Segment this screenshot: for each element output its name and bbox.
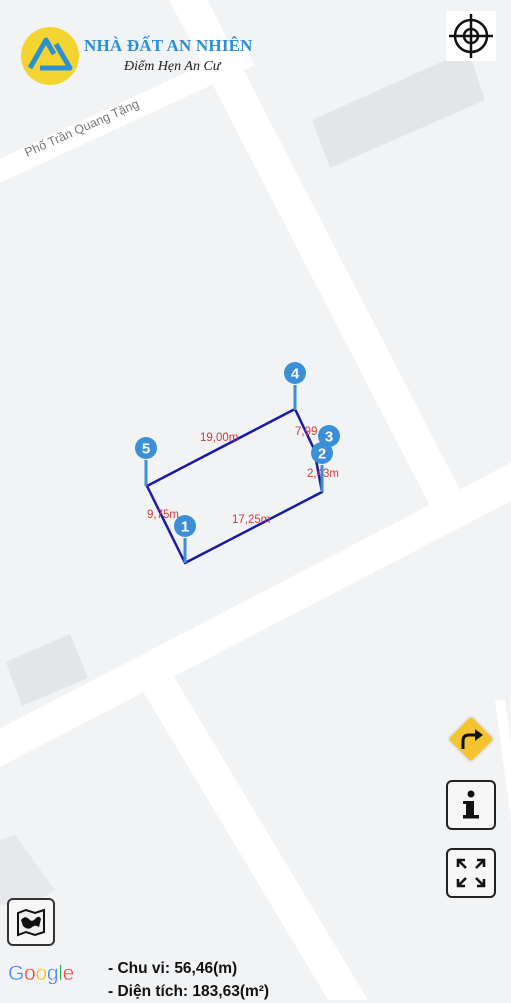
marker-4-label: 4 <box>291 366 300 383</box>
marker-5[interactable]: 5 <box>135 437 157 486</box>
edge-label-5-4: 19,00m <box>200 432 238 444</box>
road <box>141 671 368 1000</box>
google-logo: Google <box>8 962 75 986</box>
marker-4[interactable]: 4 <box>284 362 306 410</box>
marker-5-label: 5 <box>142 441 150 458</box>
street-label: Phố Trần Quang Tặng <box>23 97 142 160</box>
directions-button[interactable] <box>444 712 498 766</box>
building-block <box>0 835 55 905</box>
perimeter-label: - Chu vi: <box>108 960 170 977</box>
perimeter-value: 56,46(m) <box>174 960 238 977</box>
info-icon <box>463 790 479 819</box>
map-canvas[interactable]: Phố Trần Quang Tặng 19,00m 7,99 2,43m 17… <box>0 0 511 1000</box>
edge-label-1-5: 9,75m <box>147 509 179 521</box>
google-logo-letter: o <box>24 962 36 985</box>
area-label: - Diện tích: <box>108 983 189 1000</box>
edge-label-4-3: 7,99 <box>295 426 317 438</box>
info-button[interactable] <box>446 780 496 830</box>
expand-icon <box>456 858 486 888</box>
google-logo-letter: e <box>62 962 74 985</box>
turn-right-sign-icon <box>447 715 495 763</box>
map-type-button[interactable] <box>7 898 55 946</box>
building-block <box>312 50 485 168</box>
google-logo-letter: g <box>46 962 59 985</box>
edge-label-2-1: 17,25m <box>232 514 270 526</box>
google-logo-letter: G <box>8 962 25 985</box>
fullscreen-button[interactable] <box>446 848 496 898</box>
map-icon <box>17 908 45 937</box>
marker-2[interactable]: 2 <box>311 442 333 492</box>
measurement-info: - Chu vi: 56,46(m) - Diện tích: 183,63(m… <box>108 957 269 1003</box>
brand-slogan: Điểm Hẹn An Cư <box>124 59 221 74</box>
brand-logo: NHÀ ĐẤT AN NHIÊN Điểm Hẹn An Cư <box>20 26 280 86</box>
road <box>495 699 511 821</box>
brand-logo-mark-icon <box>21 27 79 85</box>
brand-name: NHÀ ĐẤT AN NHIÊN <box>84 36 253 55</box>
marker-2-label: 2 <box>318 446 326 463</box>
my-location-button[interactable] <box>446 11 496 61</box>
google-logo-letter: o <box>35 962 47 985</box>
crosshair-icon <box>449 14 493 58</box>
area-value: 183,63(m²) <box>192 983 270 1000</box>
perimeter-row: - Chu vi: 56,46(m) <box>108 957 269 980</box>
marker-1-label: 1 <box>181 519 189 536</box>
marker-1[interactable]: 1 <box>174 515 196 563</box>
